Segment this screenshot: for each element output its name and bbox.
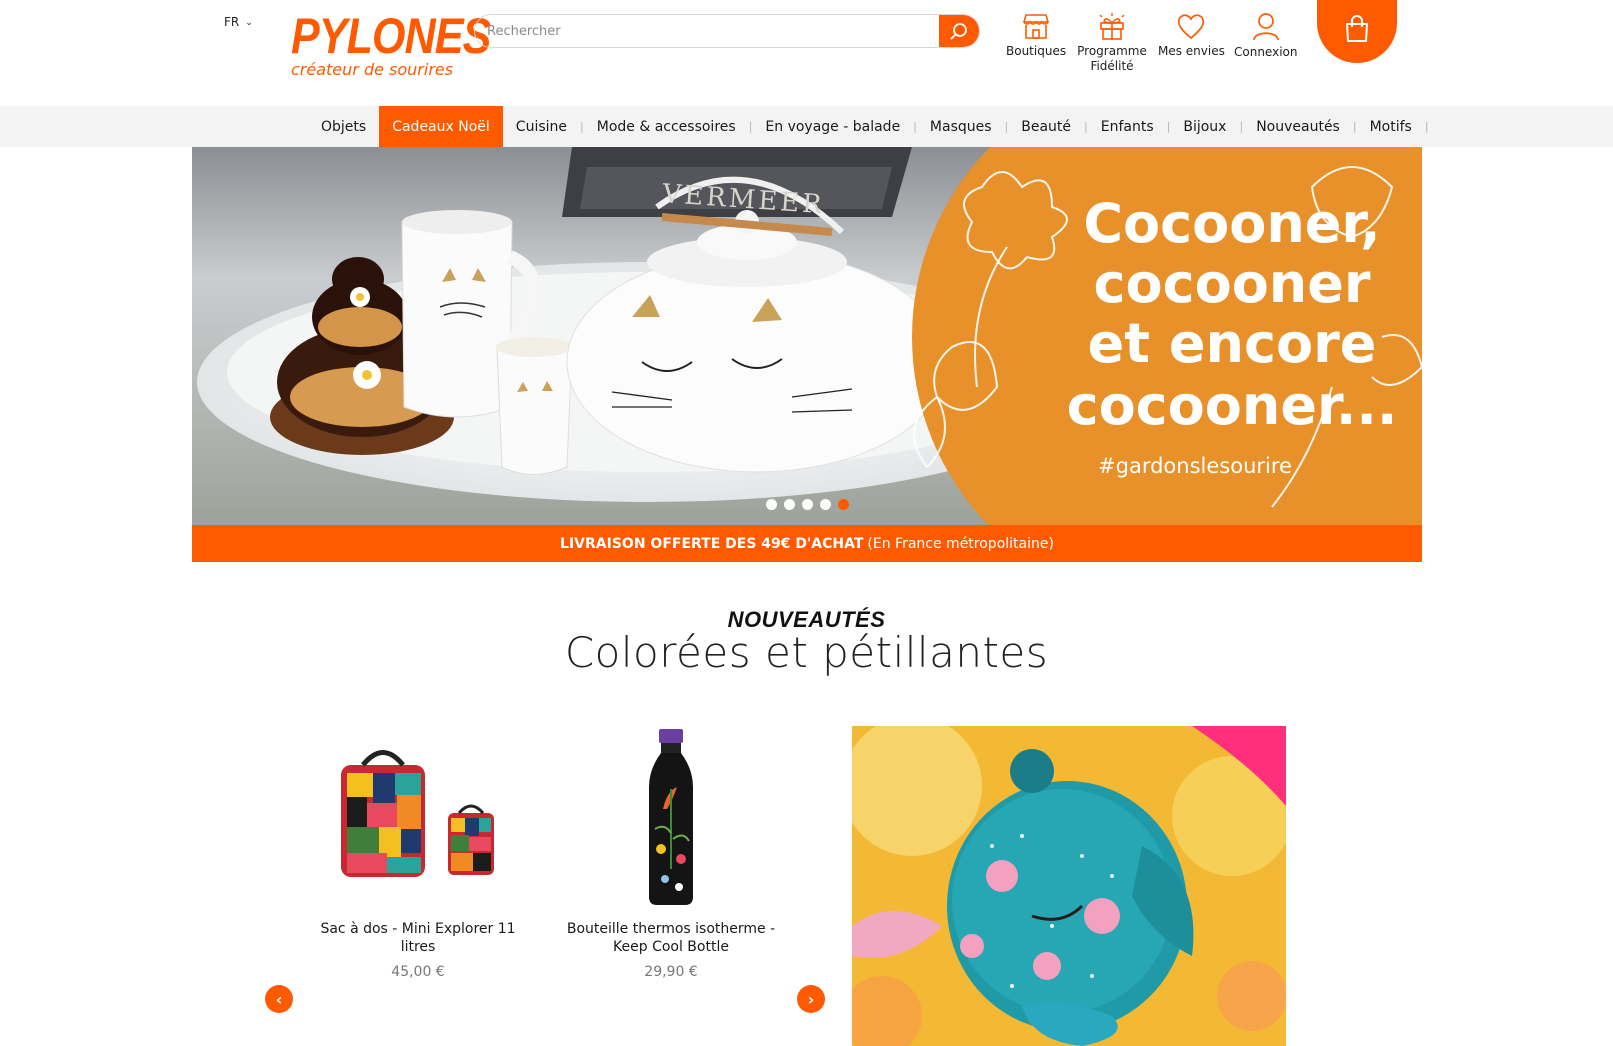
header-link-connexion[interactable]: Connexion — [1234, 12, 1298, 60]
section-title: Colorées et pétillantes — [564, 628, 1049, 677]
heart-icon — [1178, 14, 1205, 40]
product-card[interactable]: Sac à dos - Mini Explorer 11 litres 45,0… — [303, 728, 533, 980]
ornament-image — [852, 726, 1286, 1046]
carousel-dots — [766, 499, 849, 510]
header-link-mes-envies[interactable]: Mes envies — [1158, 12, 1225, 59]
shopping-bag-icon — [1346, 15, 1368, 42]
hero-image: Cocooner, cocooner et encore cocooner...… — [192, 147, 1422, 525]
nav-item-mode-accessoires[interactable]: Mode & accessoires — [584, 106, 749, 147]
carousel-dot[interactable] — [802, 499, 813, 510]
search-icon — [950, 23, 967, 40]
bottle-image — [649, 729, 693, 905]
hero-headline-line-3: et encore — [1088, 312, 1377, 375]
user-icon — [1252, 13, 1279, 41]
carousel-prev-button[interactable]: ‹ — [265, 985, 293, 1013]
carousel-dot[interactable] — [784, 499, 795, 510]
nav-item-nouveautes[interactable]: Nouveautés — [1243, 106, 1353, 147]
product-image — [303, 728, 533, 908]
product-price: 29,90 € — [644, 964, 698, 980]
product-price: 45,00 € — [391, 964, 445, 980]
nav-item-beaute[interactable]: Beauté — [1008, 106, 1084, 147]
nav-item-en-voyage-balade[interactable]: En voyage - balade — [752, 106, 913, 147]
nav-item-cadeaux-noel[interactable]: Cadeaux Noël — [379, 106, 503, 147]
carousel-dot[interactable] — [820, 499, 831, 510]
chevron-down-icon: ⌄ — [245, 18, 253, 28]
hero-headline-line-2: cocooner — [1093, 252, 1370, 315]
search-bar — [474, 14, 980, 48]
header-link-fidelite[interactable]: Programme Fidélité — [1077, 12, 1147, 74]
nav-item-masques[interactable]: Masques — [917, 106, 1005, 147]
product-name[interactable]: Sac à dos - Mini Explorer 11 litres — [303, 920, 533, 956]
free-shipping-banner: LIVRAISON OFFERTE DES 49€ D'ACHAT (En Fr… — [192, 525, 1422, 562]
header-link-label: Connexion — [1234, 45, 1298, 59]
search-input[interactable] — [475, 15, 939, 47]
promo-normal-text: (En France métropolitaine) — [867, 535, 1054, 552]
product-name[interactable]: Bouteille thermos isotherme - Keep Cool … — [556, 920, 786, 956]
gift-icon — [1099, 13, 1125, 40]
promo-bold-text: LIVRAISON OFFERTE DES 49€ D'ACHAT — [560, 535, 864, 552]
logo-wordmark: PYLONES — [291, 8, 491, 64]
language-selector[interactable]: FR ⌄ — [224, 15, 253, 29]
header-link-label: Programme Fidélité — [1077, 44, 1147, 73]
logo[interactable]: PYLONES créateur de sourires — [291, 8, 491, 79]
cart-button[interactable] — [1317, 0, 1397, 63]
nav-item-cuisine[interactable]: Cuisine — [503, 106, 580, 147]
backpack-image — [341, 750, 494, 877]
product-image — [556, 728, 786, 908]
header-link-boutiques[interactable]: Boutiques — [1006, 12, 1066, 59]
header-link-label: Boutiques — [1006, 44, 1067, 58]
carousel-dot[interactable] — [766, 499, 777, 510]
main-nav: Objets Cadeaux Noël Cuisine | Mode & acc… — [0, 106, 1613, 147]
hero-hashtag: #gardonslesourire — [1098, 454, 1292, 478]
header-link-label: Mes envies — [1158, 44, 1225, 58]
search-button[interactable] — [939, 15, 979, 47]
product-card[interactable]: Bouteille thermos isotherme - Keep Cool … — [556, 728, 786, 980]
shop-icon — [1022, 14, 1050, 39]
nav-item-bijoux[interactable]: Bijoux — [1170, 106, 1239, 147]
nav-items: Objets Cadeaux Noël Cuisine | Mode & acc… — [308, 106, 1429, 147]
nav-item-motifs[interactable]: Motifs — [1357, 106, 1425, 147]
hero-headline-line-4: cocooner... — [1067, 374, 1398, 437]
carousel-dot-active[interactable] — [838, 499, 849, 510]
nav-item-enfants[interactable]: Enfants — [1088, 106, 1167, 147]
hero-headline-line-1: Cocooner, — [1083, 192, 1380, 255]
hero-banner[interactable]: Cocooner, cocooner et encore cocooner...… — [192, 147, 1422, 525]
nav-item-objets[interactable]: Objets — [308, 106, 379, 147]
language-label: FR — [224, 15, 240, 29]
featured-image[interactable] — [852, 726, 1286, 1046]
carousel-next-button[interactable]: › — [797, 985, 825, 1013]
nav-separator: | — [1424, 120, 1429, 133]
